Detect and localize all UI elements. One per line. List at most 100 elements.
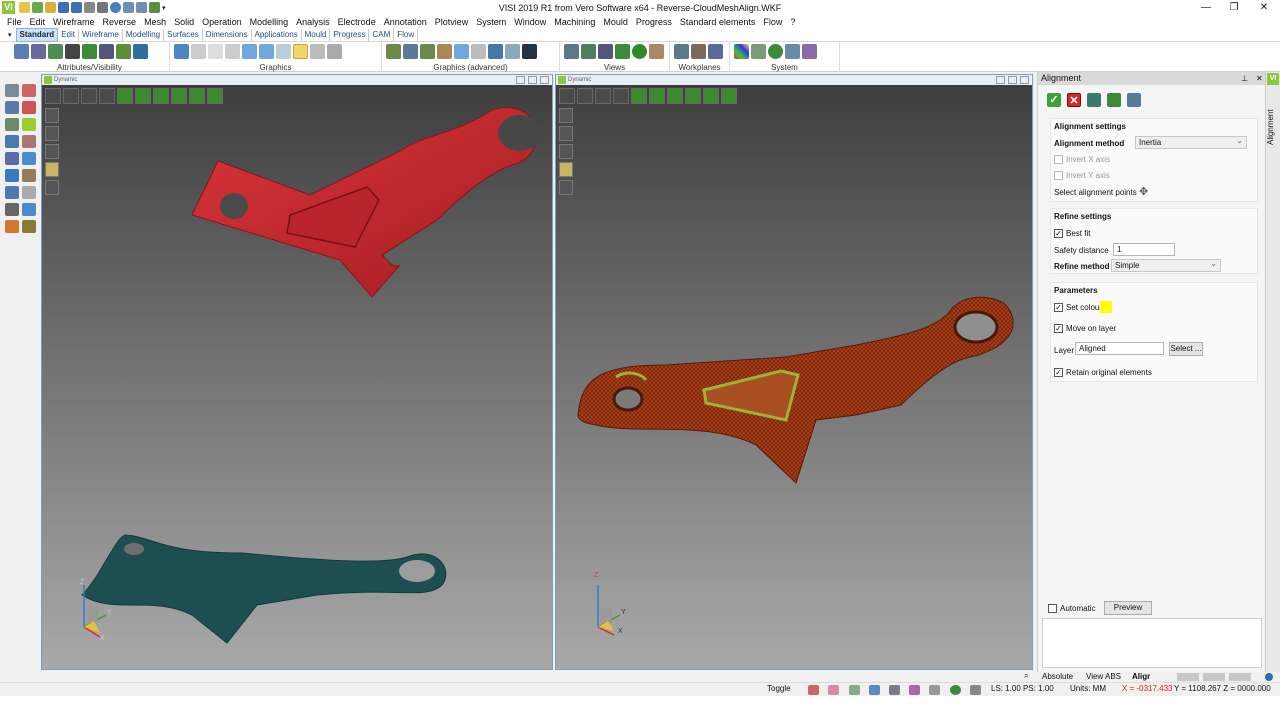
group-icon[interactable] xyxy=(5,152,19,165)
view-arrow-icon[interactable] xyxy=(615,44,630,59)
search-icon[interactable]: ⌕ xyxy=(1024,670,1028,682)
help-icon[interactable] xyxy=(5,186,19,199)
tab-surfaces[interactable]: Surfaces xyxy=(164,29,203,41)
help-status-icon[interactable] xyxy=(869,685,880,695)
tab-flow[interactable]: Flow xyxy=(394,29,419,41)
invert-y-checkbox[interactable] xyxy=(1054,171,1063,180)
menu-standard-elements[interactable]: Standard elements xyxy=(676,15,760,29)
cylinder-hidden-icon[interactable] xyxy=(208,44,223,59)
cylinder-transparent-icon[interactable] xyxy=(276,44,291,59)
dock-tab-alignment[interactable]: Alignment xyxy=(1266,92,1280,162)
workplane-edit-icon[interactable] xyxy=(708,44,723,59)
tab-standard[interactable]: Standard xyxy=(15,28,59,42)
tab-dimensions[interactable]: Dimensions xyxy=(203,29,252,41)
swap-icon[interactable] xyxy=(99,44,114,59)
shield-icon[interactable] xyxy=(522,44,537,59)
macro-icon[interactable] xyxy=(22,220,36,233)
preview-icon[interactable] xyxy=(97,2,108,13)
menu-reverse[interactable]: Reverse xyxy=(99,15,141,29)
snap-grid-icon[interactable] xyxy=(808,685,819,695)
section-icon[interactable] xyxy=(403,44,418,59)
draw-icon[interactable] xyxy=(22,135,36,148)
cylinder-mesh-icon[interactable] xyxy=(310,44,325,59)
cut-icon[interactable] xyxy=(22,101,36,114)
quick-access-dropdown-icon[interactable]: ▾ xyxy=(162,4,166,12)
options-icon[interactable] xyxy=(802,44,817,59)
pick-points-icon[interactable]: ✥ xyxy=(1139,185,1148,198)
menu-operation[interactable]: Operation xyxy=(198,15,246,29)
view-fit-icon[interactable] xyxy=(564,44,579,59)
cylinder-wire-icon[interactable] xyxy=(191,44,206,59)
restore-button[interactable]: ❐ xyxy=(1218,0,1250,15)
cylinder-points-icon[interactable] xyxy=(327,44,342,59)
select-layer-button[interactable]: Select ... xyxy=(1169,342,1203,356)
hide-icon[interactable] xyxy=(65,44,80,59)
plane-icon[interactable] xyxy=(22,152,36,165)
transform-icon[interactable] xyxy=(5,118,19,131)
colour-icon[interactable] xyxy=(116,44,131,59)
cube-icon[interactable] xyxy=(488,44,503,59)
new-file-icon[interactable] xyxy=(19,2,30,13)
ribbon-collapse-icon[interactable]: ▾ xyxy=(8,31,12,39)
refine-method-select[interactable]: Simple xyxy=(1111,258,1221,272)
attributes-icon[interactable] xyxy=(14,44,29,59)
visibility-icon[interactable] xyxy=(48,44,63,59)
filter-icon[interactable] xyxy=(133,44,148,59)
undo-left-icon[interactable] xyxy=(22,203,36,216)
folder-icon[interactable] xyxy=(45,2,56,13)
workplane-3p-icon[interactable] xyxy=(691,44,706,59)
panel-close-icon[interactable]: ✕ xyxy=(1256,72,1263,85)
tab-progress[interactable]: Progress xyxy=(330,29,370,41)
menu-machining[interactable]: Machining xyxy=(550,15,599,29)
automatic-checkbox[interactable] xyxy=(1048,604,1057,613)
apply-icon[interactable] xyxy=(1087,93,1101,107)
trim-icon[interactable] xyxy=(22,84,36,97)
globe-status-icon[interactable] xyxy=(1265,673,1273,681)
menu-edit[interactable]: Edit xyxy=(26,15,50,29)
menu-system[interactable]: System xyxy=(472,15,510,29)
alignment-method-select[interactable]: Inertia xyxy=(1135,135,1247,149)
menu-solid[interactable]: Solid xyxy=(170,15,198,29)
layer-icon[interactable] xyxy=(31,44,46,59)
best-fit-checkbox[interactable]: ✓ xyxy=(1054,229,1063,238)
ortho-icon[interactable] xyxy=(849,685,860,695)
tab-modelling[interactable]: Modelling xyxy=(123,29,165,41)
menu-mould[interactable]: Mould xyxy=(599,15,632,29)
move-on-layer-checkbox[interactable]: ✓ xyxy=(1054,324,1063,333)
save-as-icon[interactable] xyxy=(71,2,82,13)
menu-flow[interactable]: Flow xyxy=(759,15,786,29)
check-icon[interactable] xyxy=(22,118,36,131)
tab-edit[interactable]: Edit xyxy=(58,29,79,41)
menu-electrode[interactable]: Electrode xyxy=(334,15,380,29)
cylinder-edges-icon[interactable] xyxy=(259,44,274,59)
invert-x-checkbox[interactable] xyxy=(1054,155,1063,164)
list-status-icon[interactable] xyxy=(929,685,940,695)
user-view-icon[interactable] xyxy=(649,44,664,59)
menu-help[interactable]: ? xyxy=(786,15,799,29)
menu-window[interactable]: Window xyxy=(510,15,550,29)
snap-point-icon[interactable] xyxy=(828,685,839,695)
tab-applications[interactable]: Applications xyxy=(252,29,302,41)
grid-status-icon[interactable] xyxy=(970,685,981,695)
zoom-icon[interactable] xyxy=(110,2,121,13)
viewport-left[interactable]: Dynamic Z Y X xyxy=(41,74,553,670)
select-icon[interactable] xyxy=(5,84,19,97)
close-button[interactable]: ✕ xyxy=(1248,0,1280,15)
globe-icon[interactable] xyxy=(768,44,783,59)
layer-status-icon[interactable] xyxy=(889,685,900,695)
menu-progress[interactable]: Progress xyxy=(632,15,676,29)
offset-icon[interactable] xyxy=(22,169,36,182)
view-iso-icon[interactable] xyxy=(598,44,613,59)
retain-original-checkbox[interactable]: ✓ xyxy=(1054,368,1063,377)
save-settings-icon[interactable] xyxy=(1127,93,1141,107)
colour-swatch[interactable] xyxy=(1100,301,1112,313)
menu-mesh[interactable]: Mesh xyxy=(140,15,170,29)
cylinder-blue-icon[interactable] xyxy=(454,44,469,59)
menu-modelling[interactable]: Modelling xyxy=(246,15,293,29)
load-icon[interactable] xyxy=(1107,93,1121,107)
cylinder-yellow-icon[interactable] xyxy=(293,44,308,59)
delete-icon[interactable] xyxy=(5,203,19,216)
regen-status-icon[interactable] xyxy=(950,685,961,695)
tab-mould[interactable]: Mould xyxy=(302,29,331,41)
toggle-label[interactable]: Toggle xyxy=(767,683,791,695)
